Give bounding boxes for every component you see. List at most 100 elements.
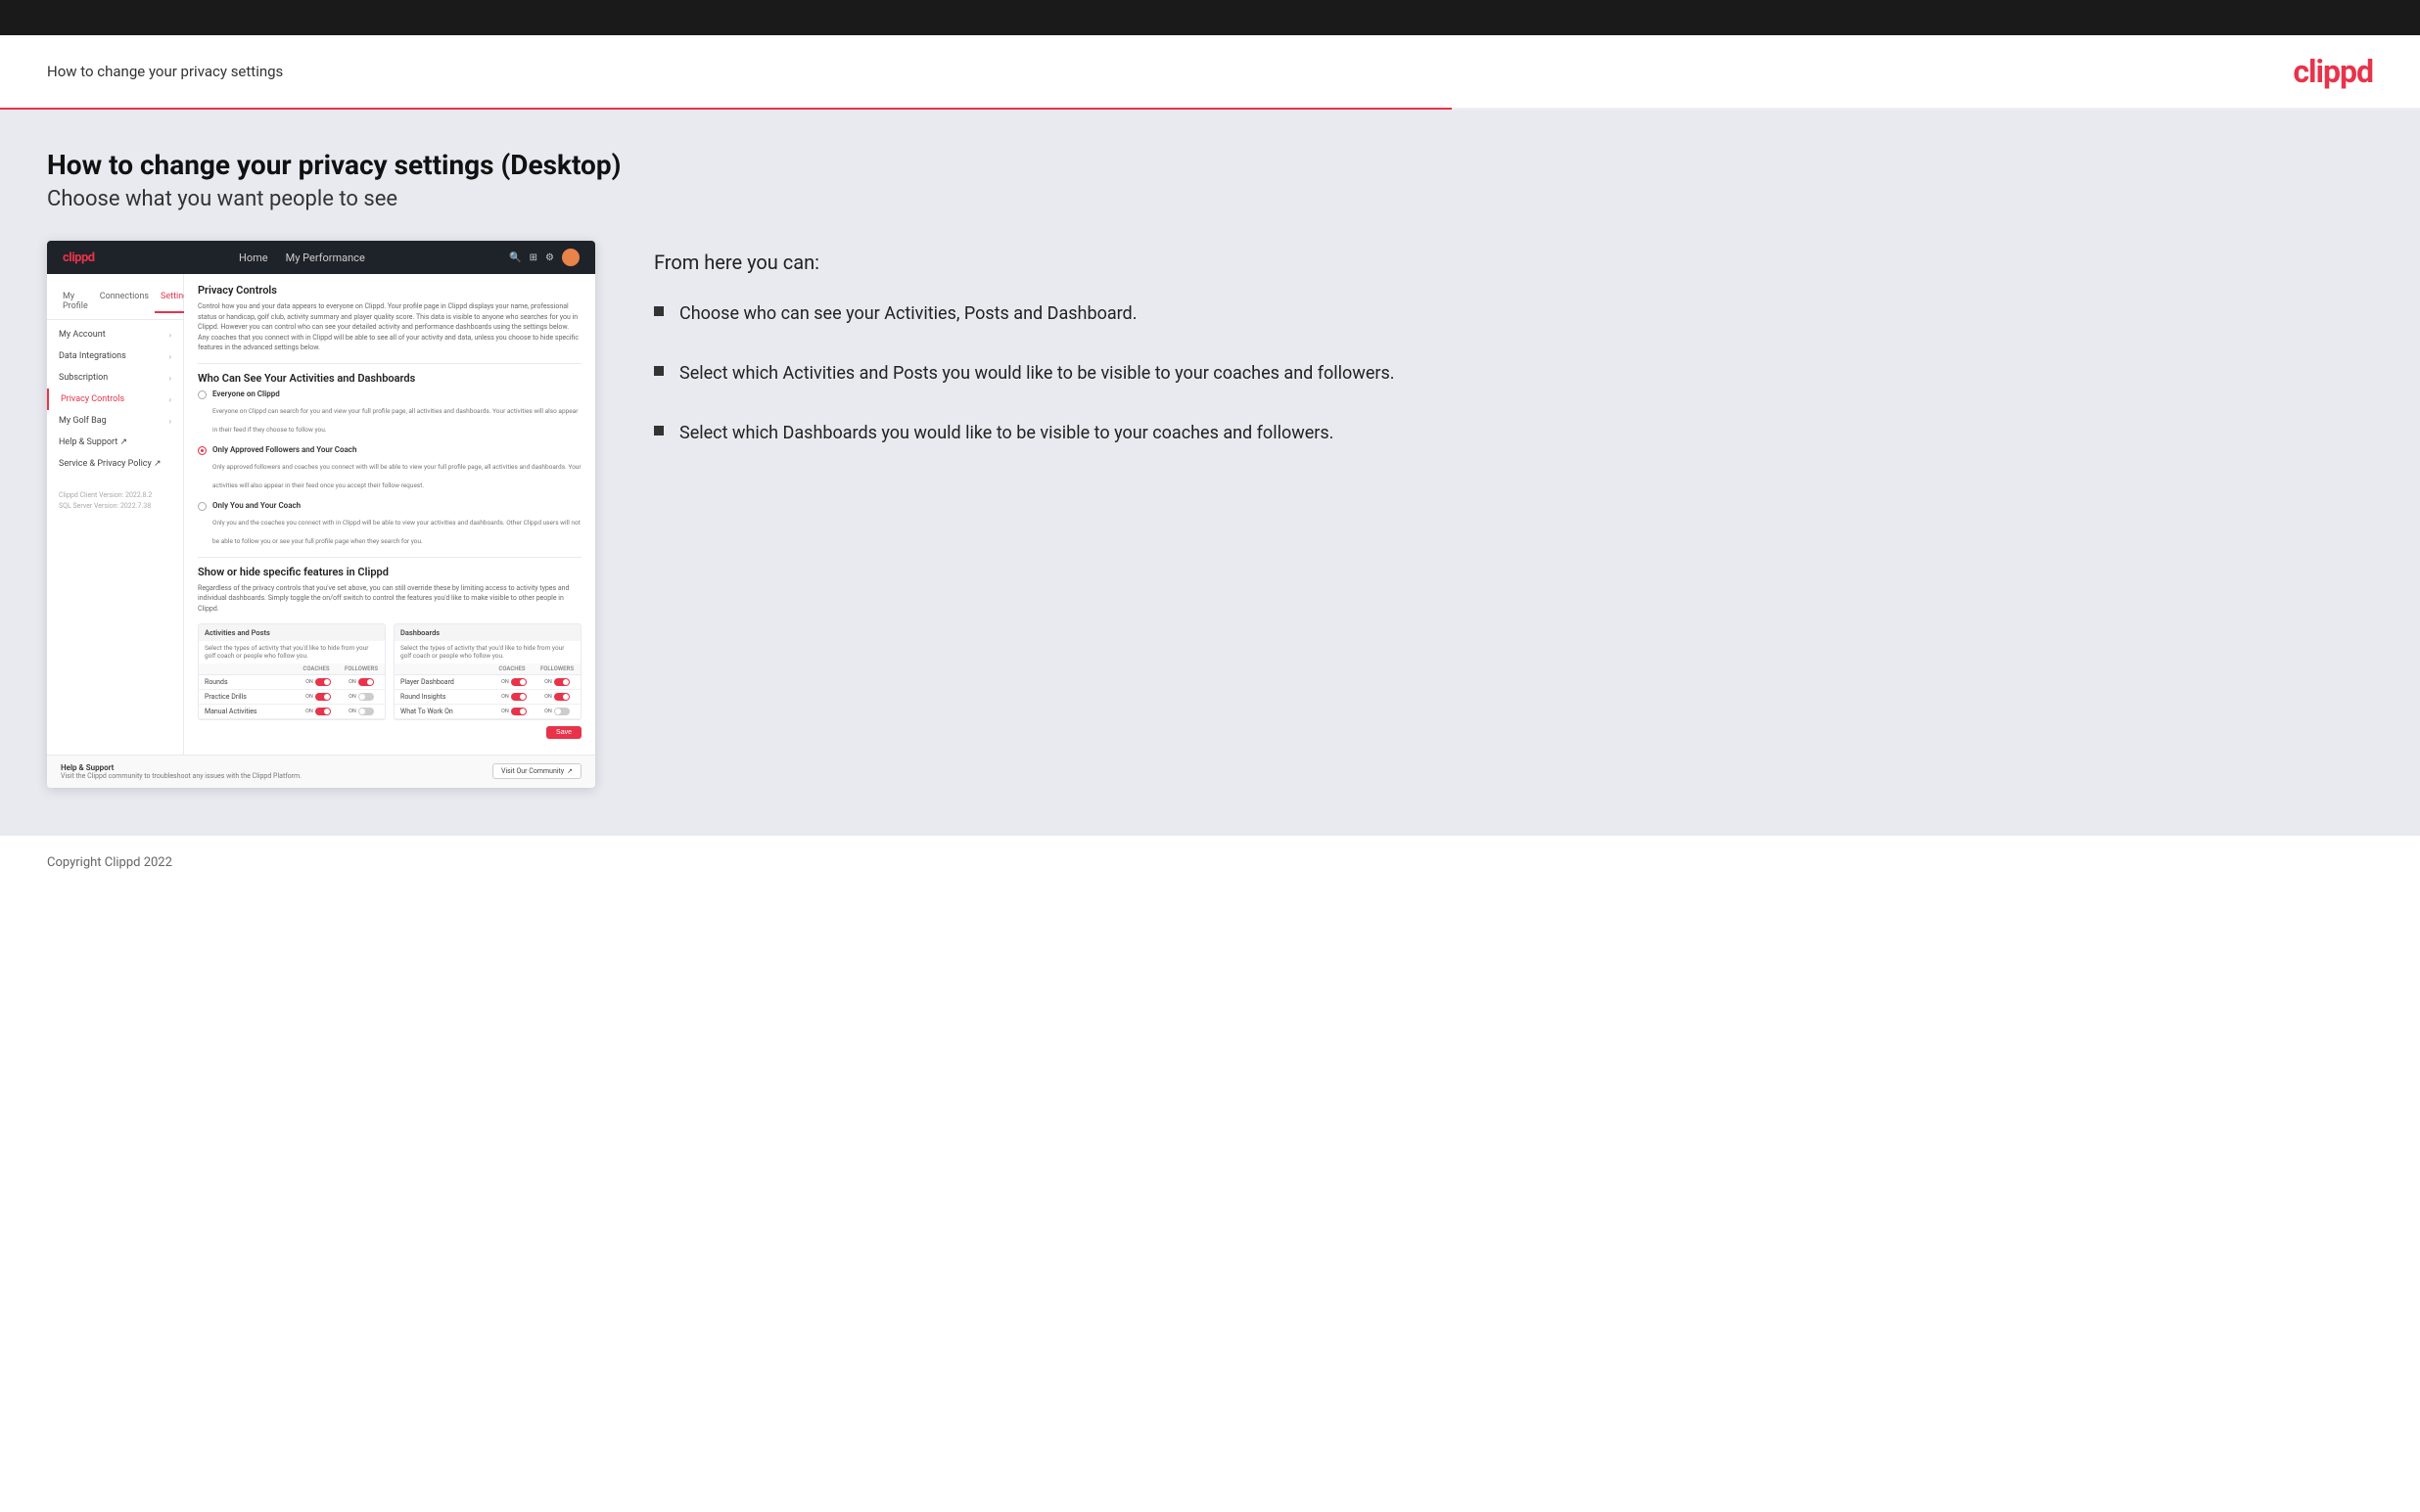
sidebar-item-data: Data Integrations › xyxy=(47,345,183,367)
avatar xyxy=(562,249,580,266)
footer: Copyright Clippd 2022 xyxy=(0,835,2420,886)
radio-button-followers xyxy=(198,446,207,455)
mockup-subnav-connections: Connections xyxy=(94,290,155,313)
dashboards-table-desc: Select the types of activity that you'd … xyxy=(395,641,581,664)
mockup-privacy-controls-desc: Control how you and your data appears to… xyxy=(198,301,582,353)
settings-icon: ⚙ xyxy=(545,252,554,263)
radio-button-only-you xyxy=(198,502,207,511)
work-on-toggles: ON ON xyxy=(496,708,575,715)
mockup-body: My Profile Connections Settings My Accou… xyxy=(47,274,595,755)
insights-coaches-toggle-group: ON xyxy=(496,693,532,701)
radio-followers-desc: Only approved followers and coaches you … xyxy=(212,463,582,489)
manual-toggles: ON ON xyxy=(301,708,379,715)
manual-coaches-toggle-group: ON xyxy=(301,708,336,715)
rounds-followers-on-label: ON xyxy=(349,679,356,685)
sidebar-item-golfbag: My Golf Bag › xyxy=(47,410,183,432)
activities-table-title: Activities and Posts xyxy=(199,624,385,641)
mockup-help-content: Help & Support Visit the Clippd communit… xyxy=(61,763,302,780)
bullet-item-3: Select which Dashboards you would like t… xyxy=(654,421,2373,445)
chevron-right-icon: › xyxy=(169,352,171,361)
drills-toggles: ON ON xyxy=(301,693,379,701)
sidebar-item-help: Help & Support ↗ xyxy=(47,432,183,453)
sidebar-item-privacy: Privacy Controls › xyxy=(47,389,183,410)
row-drills-label: Practice Drills xyxy=(205,693,301,701)
player-followers-on-label: ON xyxy=(544,679,552,685)
sidebar-label-subscription: Subscription xyxy=(59,373,108,383)
activities-row-drills: Practice Drills ON ON xyxy=(199,690,385,705)
mockup-nav-home: Home xyxy=(239,252,268,264)
mockup-privacy-controls-title: Privacy Controls xyxy=(198,284,582,297)
drills-followers-toggle-group: ON xyxy=(344,693,379,701)
radio-only-you-desc: Only you and the coaches you connect wit… xyxy=(212,519,581,545)
drills-coaches-toggle-group: ON xyxy=(301,693,336,701)
rounds-coaches-toggle-group: ON xyxy=(301,678,336,686)
bullet-item-1: Choose who can see your Activities, Post… xyxy=(654,301,2373,326)
drills-coaches-on-label: ON xyxy=(305,694,313,700)
logo: clippd xyxy=(2293,53,2373,90)
content-layout: clippd Home My Performance 🔍 ⊞ ⚙ My Pr xyxy=(47,241,2373,788)
mockup-help-section: Help & Support Visit the Clippd communit… xyxy=(47,755,595,788)
player-followers-toggle-group: ON xyxy=(539,678,575,686)
rounds-coaches-on-label: ON xyxy=(305,679,313,685)
rounds-followers-toggle-group: ON xyxy=(344,678,379,686)
mockup-nav-links: Home My Performance xyxy=(239,252,365,264)
rounds-toggles: ON ON xyxy=(301,678,379,686)
chevron-right-icon: › xyxy=(169,395,171,404)
sidebar-label-data: Data Integrations xyxy=(59,351,126,361)
manual-followers-toggle-group: ON xyxy=(344,708,379,715)
row-player-dashboard-label: Player Dashboard xyxy=(400,678,496,686)
rounds-coaches-toggle xyxy=(315,678,331,686)
mockup-divider-1 xyxy=(198,363,582,364)
sidebar-label-privacy: Privacy Controls xyxy=(61,394,124,404)
dashboards-table-title: Dashboards xyxy=(395,624,581,641)
insights-coaches-toggle xyxy=(511,693,527,701)
col-followers-label: FOLLOWERS xyxy=(344,665,379,672)
dashboards-row-work-on: What To Work On ON ON xyxy=(395,705,581,719)
mockup-visit-community-button[interactable]: Visit Our Community ↗ xyxy=(492,763,582,779)
mockup-logo: clippd xyxy=(63,251,95,265)
sidebar-item-subscription: Subscription › xyxy=(47,367,183,389)
footer-copyright: Copyright Clippd 2022 xyxy=(47,855,172,870)
dash-col-coaches-label: COACHES xyxy=(494,665,530,672)
radio-followers-content: Only Approved Followers and Your Coach O… xyxy=(212,445,582,491)
sidebar-label-account: My Account xyxy=(59,330,106,340)
activities-row-rounds: Rounds ON ON xyxy=(199,675,385,690)
col-coaches-label: COACHES xyxy=(299,665,334,672)
insights-followers-on-label: ON xyxy=(544,694,552,700)
bullet-square-3 xyxy=(654,426,664,435)
mockup-activities-table: Activities and Posts Select the types of… xyxy=(198,623,386,720)
drills-followers-on-label: ON xyxy=(349,694,356,700)
player-coaches-on-label: ON xyxy=(501,679,509,685)
chevron-right-icon: › xyxy=(169,374,171,383)
mockup-main-panel: Privacy Controls Control how you and you… xyxy=(184,274,595,755)
sidebar-label-help: Help & Support ↗ xyxy=(59,437,127,447)
mockup-radio-only-you: Only You and Your Coach Only you and the… xyxy=(198,501,582,547)
radio-everyone-content: Everyone on Clippd Everyone on Clippd ca… xyxy=(212,389,582,435)
dash-col-followers-label: FOLLOWERS xyxy=(539,665,575,672)
dashboards-row-insights: Round Insights ON ON xyxy=(395,690,581,705)
work-on-coaches-toggle-group: ON xyxy=(496,708,532,715)
mockup-help-title: Help & Support xyxy=(61,763,302,772)
manual-followers-toggle xyxy=(358,708,374,715)
insights-coaches-on-label: ON xyxy=(501,694,509,700)
sidebar-item-account: My Account › xyxy=(47,324,183,345)
player-coaches-toggle-group: ON xyxy=(496,678,532,686)
top-bar xyxy=(0,0,2420,35)
radio-everyone-label: Everyone on Clippd xyxy=(212,389,582,398)
work-on-coaches-toggle xyxy=(511,708,527,715)
radio-only-you-label: Only You and Your Coach xyxy=(212,501,582,510)
bullet-item-2: Select which Activities and Posts you wo… xyxy=(654,361,2373,386)
visit-community-label: Visit Our Community xyxy=(501,767,564,775)
sidebar-label-golfbag: My Golf Bag xyxy=(59,416,107,426)
work-on-followers-toggle-group: ON xyxy=(539,708,575,715)
rounds-followers-toggle xyxy=(358,678,374,686)
mockup-sub-nav: My Profile Connections Settings xyxy=(47,284,183,320)
player-coaches-toggle xyxy=(511,678,527,686)
activities-table-subheader: COACHES FOLLOWERS xyxy=(199,664,385,675)
manual-coaches-on-label: ON xyxy=(305,709,313,714)
mockup-save-button[interactable]: Save xyxy=(546,726,582,739)
header: How to change your privacy settings clip… xyxy=(0,35,2420,108)
mockup-help-desc: Visit the Clippd community to troublesho… xyxy=(61,772,302,780)
row-manual-label: Manual Activities xyxy=(205,708,301,715)
mockup-save-row: Save xyxy=(198,720,582,745)
